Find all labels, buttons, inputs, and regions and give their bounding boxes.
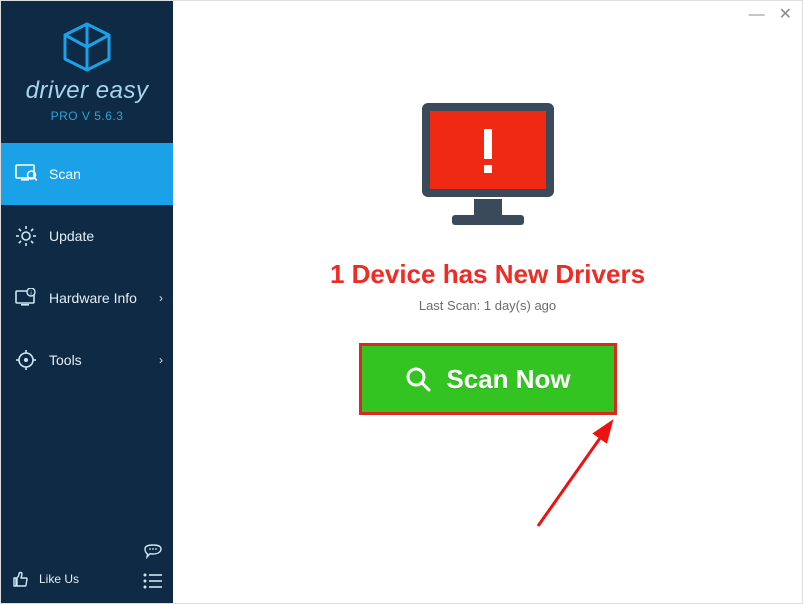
sidebar-item-hardware-info[interactable]: i Hardware Info › — [1, 267, 173, 329]
main-panel: — ✕ 1 Device has New Drivers Last Scan: … — [173, 1, 802, 603]
headline: 1 Device has New Drivers — [330, 259, 645, 290]
sidebar-bottom-icons — [143, 543, 163, 589]
chevron-right-icon: › — [159, 353, 163, 367]
thumbs-up-icon — [11, 569, 31, 589]
brand-name: driver easy — [11, 77, 163, 105]
version-label: PRO V 5.6.3 — [11, 109, 163, 123]
sidebar-item-label: Hardware Info — [49, 290, 137, 306]
sidebar-nav: Scan Update — [1, 143, 173, 391]
sidebar-item-label: Update — [49, 228, 94, 244]
annotation-arrow-icon — [518, 406, 638, 536]
menu-icon[interactable] — [143, 573, 163, 589]
chevron-right-icon: › — [159, 291, 163, 305]
scan-now-label: Scan Now — [446, 364, 570, 395]
center-content: 1 Device has New Drivers Last Scan: 1 da… — [173, 1, 802, 415]
sidebar-item-tools[interactable]: Tools › — [1, 329, 173, 391]
gear-icon — [15, 225, 37, 247]
sidebar-item-update[interactable]: Update — [1, 205, 173, 267]
scan-monitor-icon — [15, 164, 37, 184]
brand-logo-icon — [59, 21, 115, 73]
svg-text:i: i — [30, 291, 31, 297]
close-button[interactable]: ✕ — [779, 7, 792, 23]
sidebar: driver easy PRO V 5.6.3 Scan — [1, 1, 173, 603]
sidebar-item-label: Scan — [49, 166, 81, 182]
sidebar-bottom: Like Us — [1, 531, 173, 603]
sidebar-item-scan[interactable]: Scan — [1, 143, 173, 205]
like-us-button[interactable]: Like Us — [11, 569, 79, 589]
window-controls: — ✕ — [749, 7, 792, 23]
scan-now-button[interactable]: Scan Now — [359, 343, 617, 415]
minimize-button[interactable]: — — [749, 7, 765, 23]
sidebar-item-label: Tools — [49, 352, 82, 368]
hardware-info-icon: i — [15, 288, 37, 308]
last-scan-label: Last Scan: 1 day(s) ago — [419, 298, 556, 313]
feedback-icon[interactable] — [143, 543, 163, 563]
like-us-label: Like Us — [39, 572, 79, 586]
logo-block: driver easy PRO V 5.6.3 — [1, 1, 173, 135]
app-window: driver easy PRO V 5.6.3 Scan — [0, 0, 803, 604]
search-icon — [404, 365, 432, 393]
tools-icon — [15, 349, 37, 371]
alert-monitor-icon — [408, 97, 568, 237]
